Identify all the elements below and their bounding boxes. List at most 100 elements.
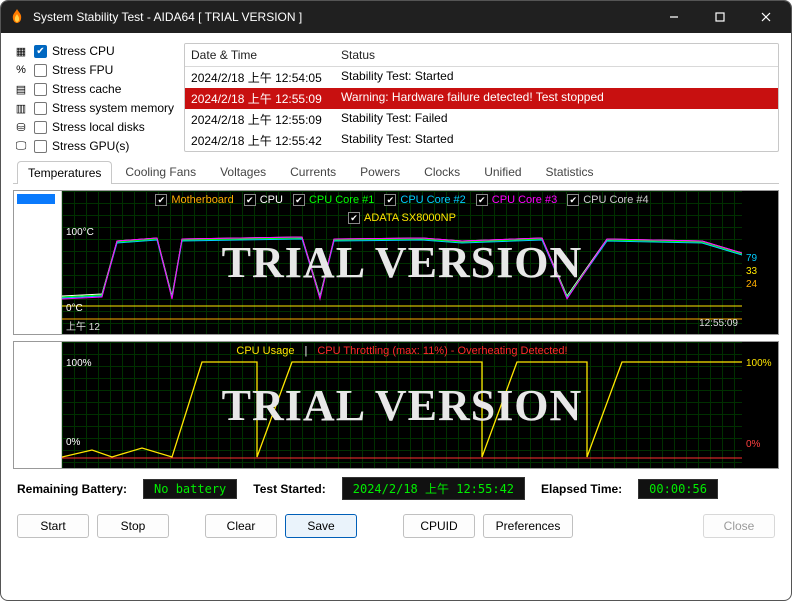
log-time: 2024/2/18 上午 12:55:42 xyxy=(185,130,335,151)
stress-label: Stress CPU xyxy=(52,44,115,58)
battery-label: Remaining Battery: xyxy=(17,482,127,496)
legend-item: CPU xyxy=(244,194,283,206)
elapsed-value: 00:00:56 xyxy=(638,479,718,499)
log-row[interactable]: 2024/2/18 上午 12:54:05 Stability Test: St… xyxy=(185,67,778,88)
checkbox-icon[interactable] xyxy=(567,194,579,206)
temp-y-axis: 100°C0°C xyxy=(66,191,94,316)
tab-clocks[interactable]: Clocks xyxy=(413,160,471,183)
cpu-sidebar xyxy=(14,342,62,468)
stress-icon: 🖵 xyxy=(13,138,29,154)
checkbox-icon[interactable] xyxy=(244,194,256,206)
log-row[interactable]: 2024/2/18 上午 12:55:09 Stability Test: Fa… xyxy=(185,109,778,130)
legend-item: CPU Core #4 xyxy=(567,194,648,206)
stress-icon: ⛁ xyxy=(13,119,29,135)
tab-powers[interactable]: Powers xyxy=(349,160,411,183)
checkbox-icon[interactable] xyxy=(348,212,360,224)
log-row[interactable]: 2024/2/18 上午 12:55:42 Stability Test: St… xyxy=(185,130,778,151)
checkbox-icon[interactable] xyxy=(155,194,167,206)
legend-label: CPU Core #3 xyxy=(492,194,557,206)
log-status: Stability Test: Started xyxy=(335,67,778,88)
stress-option-0: ▦ ✔ Stress CPU xyxy=(13,43,174,59)
stress-option-2: ▤ Stress cache xyxy=(13,81,174,97)
stress-label: Stress FPU xyxy=(52,63,113,77)
stress-checkbox[interactable] xyxy=(34,64,47,77)
stress-icon: ▦ xyxy=(13,43,29,59)
start-button[interactable]: Start xyxy=(17,514,89,538)
legend-label: CPU Core #2 xyxy=(400,194,465,206)
tab-bar: TemperaturesCooling FansVoltagesCurrents… xyxy=(13,160,779,184)
stress-icon: ▥ xyxy=(13,100,29,116)
close-button[interactable] xyxy=(743,1,789,33)
cpu-usage-graph: CPU Usage | CPU Throttling (max: 11%) - … xyxy=(62,342,742,468)
temp-value: 33 xyxy=(746,266,757,277)
temp-current-values: 79 33 24 xyxy=(742,191,778,334)
tab-currents[interactable]: Currents xyxy=(279,160,347,183)
stress-checkbox[interactable] xyxy=(34,140,47,153)
close-panel-button[interactable]: Close xyxy=(703,514,775,538)
legend-item: Motherboard xyxy=(155,194,233,206)
tab-cooling-fans[interactable]: Cooling Fans xyxy=(114,160,207,183)
checkbox-icon[interactable] xyxy=(384,194,396,206)
tab-statistics[interactable]: Statistics xyxy=(535,160,605,183)
event-log[interactable]: Date & Time Status 2024/2/18 上午 12:54:05… xyxy=(184,43,779,152)
stress-checkbox[interactable] xyxy=(34,102,47,115)
started-label: Test Started: xyxy=(253,482,325,496)
stress-icon: % xyxy=(13,62,29,78)
ssd-legend-label: ADATA SX8000NP xyxy=(364,212,456,224)
stress-option-3: ▥ Stress system memory xyxy=(13,100,174,116)
event-log-header: Date & Time Status xyxy=(185,44,778,67)
sensor-sidebar[interactable] xyxy=(14,191,62,334)
ssd-legend: ADATA SX8000NP xyxy=(62,209,742,227)
stress-option-5: 🖵 Stress GPU(s) xyxy=(13,138,174,154)
log-time: 2024/2/18 上午 12:54:05 xyxy=(185,67,335,88)
col-status[interactable]: Status xyxy=(335,44,778,66)
legend-label: CPU Core #4 xyxy=(583,194,648,206)
cpuid-button[interactable]: CPUID xyxy=(403,514,475,538)
temp-legend: Motherboard CPU CPU Core #1 CPU Core #2 … xyxy=(62,191,742,209)
cpu-current-values: 100% 0% xyxy=(742,342,778,468)
cpu-y-axis: 100%0% xyxy=(66,342,92,450)
checkbox-icon[interactable] xyxy=(293,194,305,206)
maximize-button[interactable] xyxy=(697,1,743,33)
titlebar: System Stability Test - AIDA64 [ TRIAL V… xyxy=(1,1,791,33)
preferences-button[interactable]: Preferences xyxy=(483,514,573,538)
started-value: 2024/2/18 上午 12:55:42 xyxy=(342,477,525,500)
legend-label: CPU xyxy=(260,194,283,206)
log-status: Stability Test: Started xyxy=(335,130,778,151)
log-status: Stability Test: Failed xyxy=(335,109,778,130)
legend-label: Motherboard xyxy=(171,194,233,206)
log-row[interactable]: 2024/2/18 上午 12:55:09 Warning: Hardware … xyxy=(185,88,778,109)
legend-item: CPU Core #3 xyxy=(476,194,557,206)
stop-button[interactable]: Stop xyxy=(97,514,169,538)
legend-label: CPU Core #1 xyxy=(309,194,374,206)
stress-label: Stress GPU(s) xyxy=(52,139,129,153)
minimize-button[interactable] xyxy=(651,1,697,33)
clear-button[interactable]: Clear xyxy=(205,514,277,538)
cpu-legend: CPU Usage | CPU Throttling (max: 11%) - … xyxy=(62,342,742,360)
stress-options: ▦ ✔ Stress CPU% Stress FPU ▤ Stress cache… xyxy=(13,43,174,154)
button-bar: Start Stop Clear Save CPUID Preferences … xyxy=(13,508,779,540)
checkbox-icon[interactable] xyxy=(476,194,488,206)
stress-checkbox[interactable] xyxy=(34,121,47,134)
save-button[interactable]: Save xyxy=(285,514,357,538)
log-time: 2024/2/18 上午 12:55:09 xyxy=(185,88,335,109)
temp-x-axis: 上午 1212:55:09 xyxy=(62,318,742,334)
app-icon xyxy=(9,9,25,25)
stress-option-4: ⛁ Stress local disks xyxy=(13,119,174,135)
window-title: System Stability Test - AIDA64 [ TRIAL V… xyxy=(33,10,651,24)
tab-temperatures[interactable]: Temperatures xyxy=(17,161,112,184)
temp-value: 24 xyxy=(746,279,757,290)
tab-voltages[interactable]: Voltages xyxy=(209,160,277,183)
col-datetime[interactable]: Date & Time xyxy=(185,44,335,66)
stress-icon: ▤ xyxy=(13,81,29,97)
tab-unified[interactable]: Unified xyxy=(473,160,532,183)
log-status: Warning: Hardware failure detected! Test… xyxy=(335,88,778,109)
temperature-graph: Motherboard CPU CPU Core #1 CPU Core #2 … xyxy=(62,191,742,334)
cpu-usage-label: CPU Usage xyxy=(236,345,294,357)
legend-item: CPU Core #2 xyxy=(384,194,465,206)
stress-label: Stress system memory xyxy=(52,101,174,115)
stress-checkbox[interactable]: ✔ xyxy=(34,45,47,58)
temp-value: 79 xyxy=(746,253,757,264)
stress-checkbox[interactable] xyxy=(34,83,47,96)
status-bar: Remaining Battery: No battery Test Start… xyxy=(13,475,779,502)
